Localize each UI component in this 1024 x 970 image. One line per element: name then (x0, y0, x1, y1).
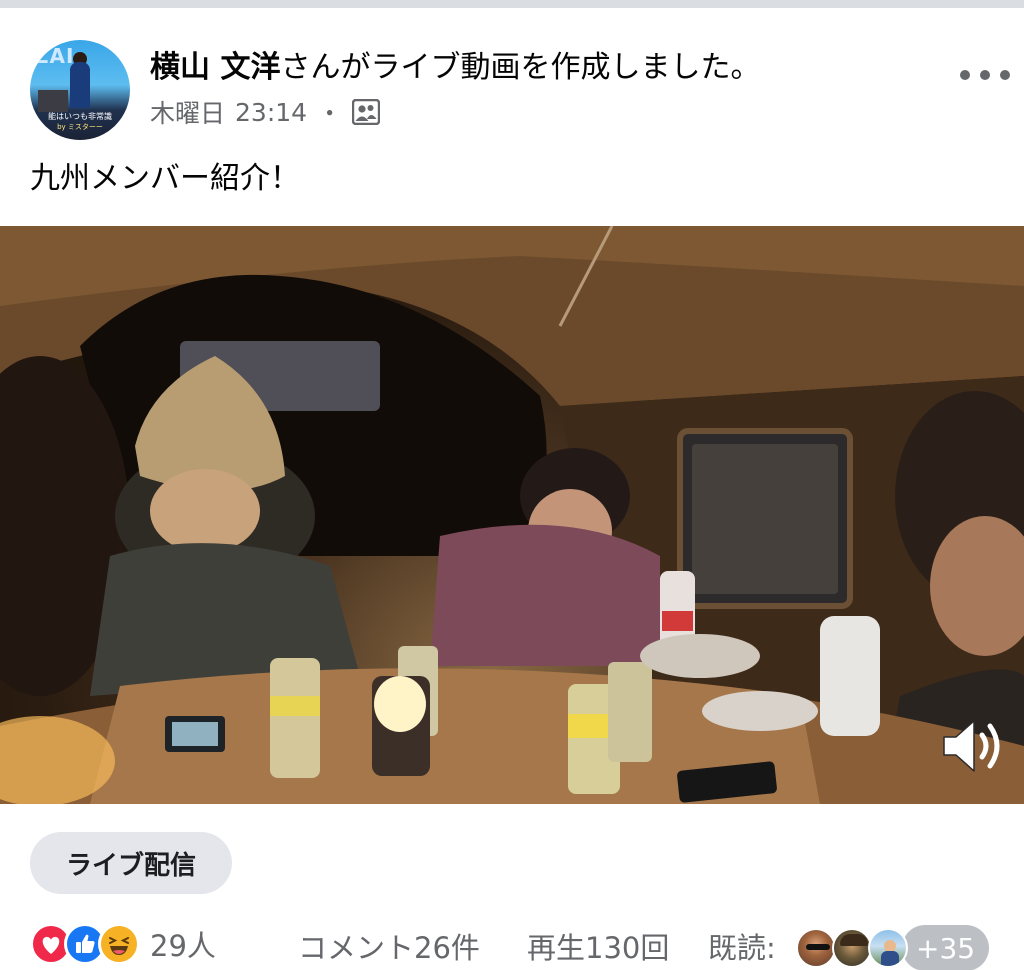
friends-group-icon[interactable] (351, 98, 381, 126)
seen-avatar (796, 928, 836, 968)
haha-reaction-icon (98, 923, 140, 965)
live-video-player[interactable] (0, 226, 1024, 804)
seen-more-count[interactable]: +35 (902, 925, 990, 970)
avatar-caption-2: by ミスターー (57, 123, 103, 131)
post-day: 木曜日 (150, 99, 226, 128)
video-frame (0, 226, 1024, 804)
post-text: 九州メンバー紹介！ (30, 161, 300, 196)
post-footer-stats: 29人 コメント26件 再生130回 既読: +35 (0, 915, 1024, 970)
post-header: ZAI 能はいつも非常識 by ミスターー 横山 文洋さんがライブ動画を作成しま… (30, 38, 1010, 140)
reaction-count: 29人 (150, 929, 216, 963)
seen-by-label: 既読: (708, 931, 776, 965)
avatar-caption: 能はいつも非常識 (48, 112, 112, 121)
header-text: 横山 文洋さんがライブ動画を作成しました。 木曜日 23:14 ・ (150, 48, 760, 130)
meta-separator: ・ (317, 99, 343, 128)
more-options-button[interactable] (960, 60, 1010, 90)
top-divider (0, 0, 1024, 8)
reactions-summary[interactable]: 29人 (30, 923, 216, 965)
live-broadcast-chip[interactable]: ライブ配信 (30, 832, 232, 894)
author-name[interactable]: 横山 文洋 (150, 50, 280, 85)
seen-by-avatars[interactable]: +35 (796, 925, 990, 970)
post-title-line: 横山 文洋さんがライブ動画を作成しました。 (150, 48, 760, 88)
more-horizontal-icon (960, 70, 970, 80)
seen-avatar (868, 928, 908, 968)
seen-avatar (832, 928, 872, 968)
post-action-text: さんがライブ動画を作成しました。 (280, 50, 761, 85)
comments-count[interactable]: コメント26件 (298, 925, 480, 967)
author-avatar[interactable]: ZAI 能はいつも非常識 by ミスターー (30, 40, 130, 140)
views-count: 再生130回 (527, 931, 670, 965)
speaker-volume-icon[interactable] (940, 715, 1004, 777)
avatar-logo-text: ZAI (34, 44, 75, 68)
post-time[interactable]: 23:14 (235, 98, 307, 127)
post-meta: 木曜日 23:14 ・ (150, 94, 760, 130)
